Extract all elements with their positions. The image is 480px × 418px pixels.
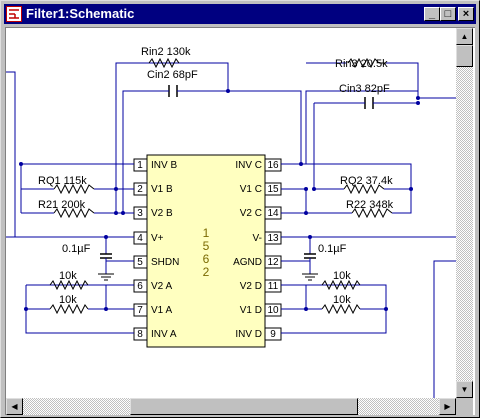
ground-icon [98, 273, 114, 281]
pin-label: INV A [151, 329, 177, 340]
pin-number: 9 [270, 329, 276, 340]
chip-digit: 5 [203, 239, 210, 253]
label-rin2: Rin2 130k [141, 46, 191, 58]
horizontal-scroll-thumb[interactable] [130, 398, 358, 415]
pin-number: 16 [267, 160, 279, 171]
vertical-scrollbar[interactable] [456, 28, 473, 398]
pin-label: V1 C [240, 184, 262, 195]
window-title: Filter1:Schematic [26, 6, 135, 21]
chip-digit: 6 [203, 252, 210, 266]
chip-digit: 2 [203, 265, 210, 279]
pin-number: 15 [267, 184, 279, 195]
label-cin2: Cin2 68pF [147, 69, 198, 81]
pin-label: INV D [235, 329, 262, 340]
label-cap-vplus: 0.1µF [62, 243, 91, 255]
label-r21: R21 200k [38, 199, 86, 211]
scroll-left-button[interactable]: ◀ [6, 398, 23, 415]
scroll-up-button[interactable]: ▲ [456, 28, 473, 45]
pin-label: V2 A [151, 281, 172, 292]
pin-number: 12 [267, 257, 279, 268]
label-r-d1: 10k [333, 270, 351, 282]
chip-part-number: 1 5 6 2 [203, 226, 210, 279]
pin-number: 8 [137, 329, 143, 340]
scrollbar-corner [456, 398, 473, 415]
pin-label: V2 C [240, 208, 262, 219]
pin-number: 5 [137, 257, 143, 268]
title-bar[interactable]: Filter1:Schematic _ □ × [4, 4, 476, 24]
label-r22: R22 348k [346, 199, 394, 211]
maximize-button[interactable]: □ [440, 7, 456, 21]
scroll-right-button[interactable]: ▶ [439, 398, 456, 415]
pin-label: V1 B [151, 184, 173, 195]
capacitor-cin2 [168, 85, 178, 97]
resistor-10k-a2 [49, 303, 89, 315]
pin-number: 7 [137, 305, 143, 316]
chip-digit: 1 [203, 226, 210, 240]
pin-label: V1 A [151, 305, 172, 316]
capacitor-vminus [304, 253, 316, 259]
pin-label: AGND [233, 257, 262, 268]
pin-label: V2 B [151, 208, 173, 219]
pin-number: 10 [267, 305, 279, 316]
pin-number: 3 [137, 208, 143, 219]
label-r-a1: 10k [59, 270, 77, 282]
pin-number: 6 [137, 281, 143, 292]
pin-number: 11 [268, 281, 279, 292]
label-cap-vminus: 0.1µF [318, 243, 347, 255]
pin-number: 13 [267, 233, 279, 244]
label-cin3: Cin3 82pF [339, 83, 390, 95]
pin-label: INV B [151, 160, 177, 171]
label-rq2: RQ2 37.4k [340, 175, 393, 187]
label-rin3: Rin3 20.5k [335, 58, 388, 70]
resistor-10k-d2 [321, 303, 361, 315]
pin-label: V1 D [240, 305, 262, 316]
schematic-canvas[interactable]: 1 5 6 2 1 INV B 2 V1 B 3 V2 B 4 V+ 5 SHD… [6, 28, 456, 398]
schematic-app-icon [6, 6, 22, 22]
pin-number: 4 [137, 233, 143, 244]
schematic-window: Filter1:Schematic _ □ × 1 5 6 2 1 INV B … [0, 0, 480, 418]
scroll-down-button[interactable]: ▼ [456, 381, 473, 398]
pin-label: V2 D [240, 281, 262, 292]
vertical-scroll-thumb[interactable] [456, 45, 473, 67]
label-r-d2: 10k [333, 294, 351, 306]
capacitor-cin3 [364, 97, 374, 109]
schematic-view[interactable]: 1 5 6 2 1 INV B 2 V1 B 3 V2 B 4 V+ 5 SHD… [5, 27, 475, 415]
pin-number: 14 [267, 208, 279, 219]
capacitor-vplus [100, 253, 112, 259]
ground-icon [302, 273, 318, 281]
pin-label: INV C [235, 160, 262, 171]
label-r-a2: 10k [59, 294, 77, 306]
minimize-button[interactable]: _ [424, 7, 440, 21]
pin-number: 1 [137, 160, 143, 171]
pin-label: V- [253, 233, 262, 244]
pin-label: V+ [151, 233, 164, 244]
pin-number: 2 [137, 184, 143, 195]
pin-label: SHDN [151, 257, 179, 268]
label-rq1: RQ1 115k [38, 175, 87, 187]
close-button[interactable]: × [458, 7, 474, 21]
